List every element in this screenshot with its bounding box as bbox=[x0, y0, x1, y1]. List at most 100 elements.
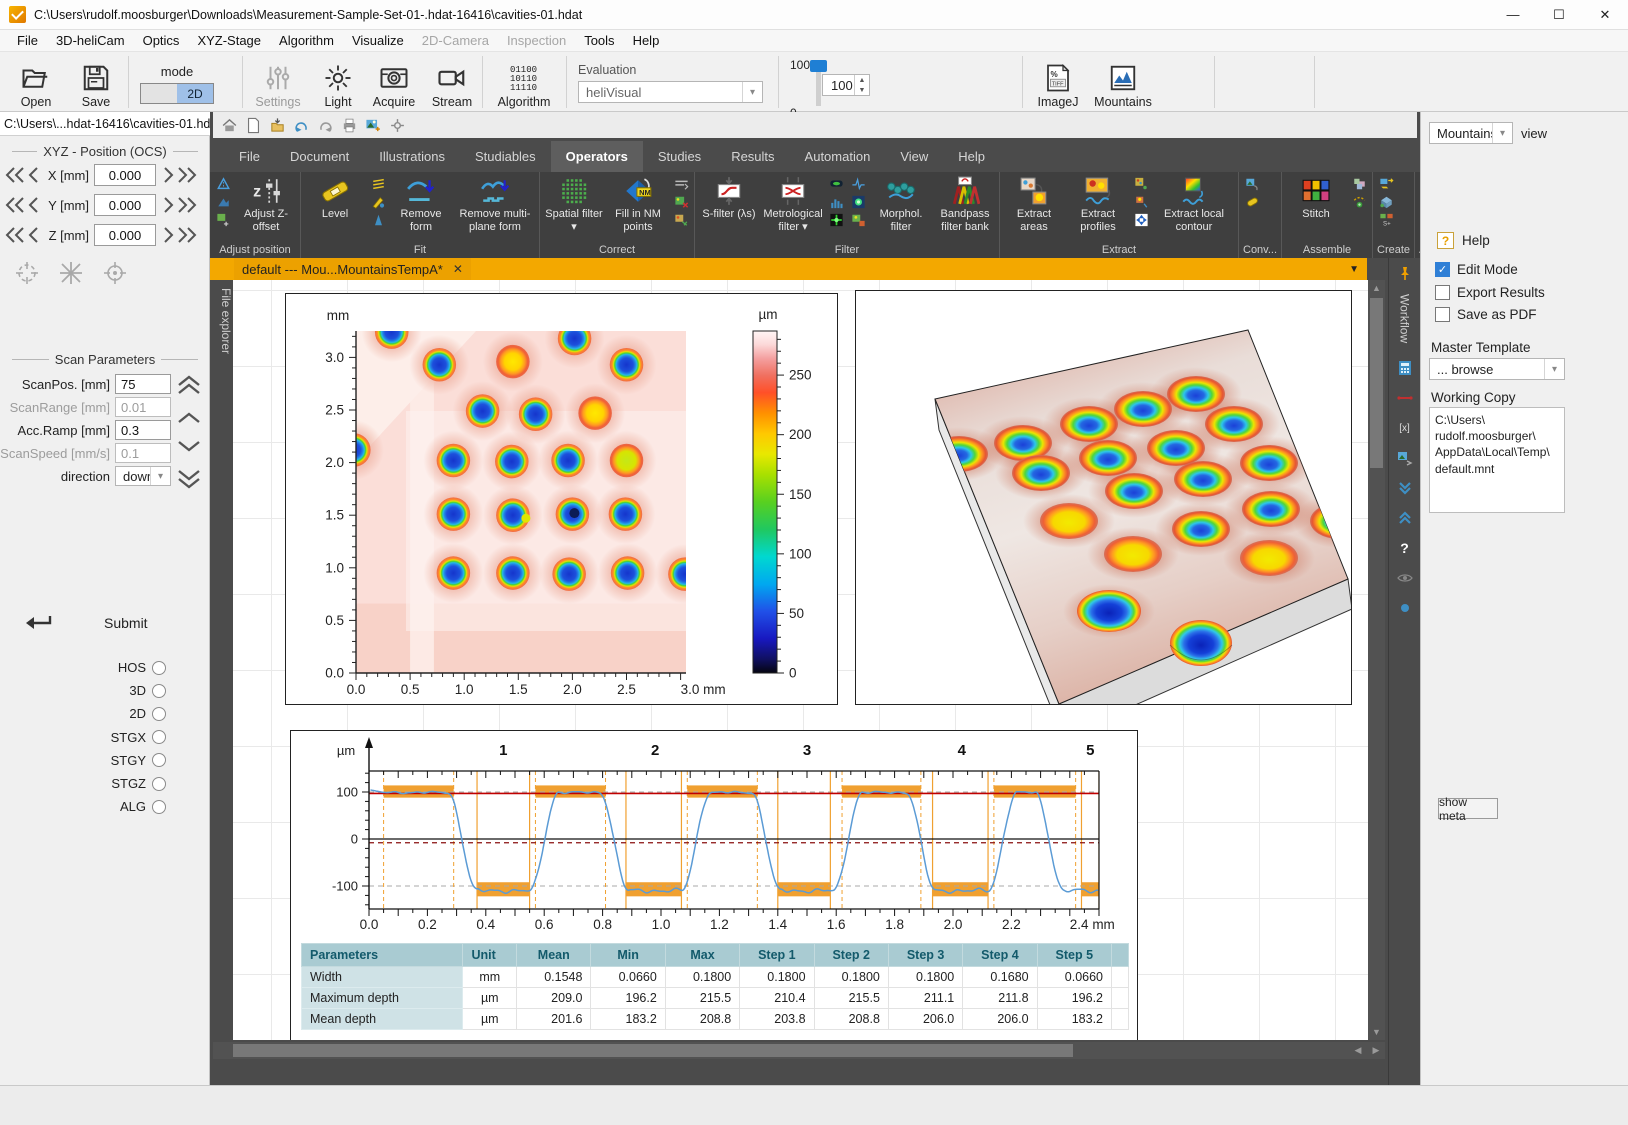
imageadd-icon[interactable] bbox=[363, 115, 383, 135]
checkbox-save-as-pdf[interactable]: Save as PDF bbox=[1435, 307, 1537, 322]
menu-tools[interactable]: Tools bbox=[575, 31, 623, 50]
radio-circle[interactable] bbox=[152, 707, 166, 721]
spatial-filter-button[interactable]: Spatial filter ▾ bbox=[542, 174, 606, 235]
chevron-down-icon[interactable]: ▾ bbox=[742, 82, 762, 102]
undo-icon[interactable] bbox=[291, 115, 311, 135]
arrows-blue-icon[interactable] bbox=[1132, 212, 1150, 228]
adjust-z-offset-button[interactable]: zAdjust Z-offset bbox=[234, 174, 298, 235]
scroll-down-icon[interactable]: ▼ bbox=[1368, 1024, 1385, 1040]
menu-xyz-stage[interactable]: XYZ-Stage bbox=[188, 31, 270, 50]
ribbon-tab-file[interactable]: File bbox=[224, 141, 275, 172]
algorithm-button[interactable]: 011001011011110 Algorithm bbox=[492, 57, 556, 109]
height-map-panel[interactable]: 0.00.51.01.52.02.53.00.00.51.01.52.02.53… bbox=[285, 293, 838, 705]
tri-blue-icon[interactable] bbox=[214, 176, 232, 192]
scan-param-input[interactable]: 75 bbox=[115, 374, 171, 394]
radio-alg[interactable]: ALG bbox=[104, 799, 166, 814]
formula-icon[interactable]: [x] bbox=[1394, 417, 1416, 439]
checkbox-edit-mode[interactable]: ✓Edit Mode bbox=[1435, 262, 1518, 277]
maximize-button[interactable]: ☐ bbox=[1536, 0, 1582, 30]
map-mini-icon[interactable] bbox=[849, 212, 867, 228]
ribbon-tab-studiables[interactable]: Studiables bbox=[460, 141, 551, 172]
puzzle-icon[interactable] bbox=[1350, 176, 1368, 192]
down-icon[interactable] bbox=[176, 439, 202, 454]
direction-select[interactable]: down▾ bbox=[115, 466, 171, 486]
view-3d-panel[interactable] bbox=[855, 290, 1352, 705]
cross-dark-icon[interactable] bbox=[827, 212, 845, 228]
double-up-icon[interactable] bbox=[176, 374, 202, 396]
map-x-icon[interactable] bbox=[672, 194, 690, 210]
open-button[interactable]: Open bbox=[10, 57, 62, 109]
move-origin-icon[interactable] bbox=[14, 260, 40, 286]
level-button[interactable]: Level bbox=[303, 174, 367, 223]
create1-icon[interactable] bbox=[1377, 176, 1395, 192]
scroll-up-icon[interactable]: ▲ bbox=[1368, 280, 1385, 296]
radio-circle[interactable] bbox=[152, 777, 166, 791]
radio-hos[interactable]: HOS bbox=[104, 660, 166, 675]
remove-form-button[interactable]: Remove form bbox=[389, 174, 453, 235]
ribbon-tab-document[interactable]: Document bbox=[275, 141, 364, 172]
evaluation-select[interactable]: heliVisual▾ bbox=[578, 81, 763, 103]
spin-down-icon[interactable]: ▼ bbox=[855, 85, 869, 95]
close-button[interactable]: ✕ bbox=[1582, 0, 1628, 30]
close-tab-icon[interactable]: ✕ bbox=[453, 262, 463, 276]
step-far-left-icon[interactable] bbox=[4, 196, 26, 214]
bandpass-filter-bank-button[interactable]: Bandpass filter bank bbox=[933, 174, 997, 235]
menu-algorithm[interactable]: Algorithm bbox=[270, 31, 343, 50]
ribbon-tab-help[interactable]: Help bbox=[943, 141, 1000, 172]
band-small-icon[interactable] bbox=[827, 176, 845, 192]
document-tab[interactable]: default --- Mou...MountainsTempA*✕ bbox=[234, 258, 471, 280]
intensity-slider[interactable]: 100 0 bbox=[790, 60, 821, 120]
pin-icon[interactable] bbox=[1394, 262, 1416, 284]
workflow-label[interactable]: Workflow bbox=[1398, 294, 1412, 343]
radio-stgx[interactable]: STGX bbox=[104, 730, 166, 745]
up-icon[interactable] bbox=[176, 410, 202, 425]
radio-circle[interactable] bbox=[152, 684, 166, 698]
s-filter-s-button[interactable]: S-filter (λs) bbox=[697, 174, 761, 223]
capsule-icon[interactable] bbox=[1243, 194, 1261, 210]
calculator-icon[interactable] bbox=[1394, 357, 1416, 379]
step-left-icon[interactable] bbox=[26, 196, 41, 214]
eye-icon[interactable] bbox=[1394, 567, 1416, 589]
profile-panel[interactable]: 0.00.20.40.60.81.01.21.41.61.82.02.22.4 … bbox=[290, 730, 1138, 1040]
map-dots-icon[interactable] bbox=[1132, 176, 1150, 192]
menu-file[interactable]: File bbox=[8, 31, 47, 50]
step-far-left-icon[interactable] bbox=[4, 166, 26, 184]
map-arrow-icon[interactable] bbox=[672, 212, 690, 228]
page-icon[interactable] bbox=[243, 115, 263, 135]
gear-icon[interactable] bbox=[387, 115, 407, 135]
ribbon-tab-automation[interactable]: Automation bbox=[790, 141, 886, 172]
scan-param-input[interactable]: 0.3 bbox=[115, 420, 171, 440]
intensity-spinbox[interactable]: 100 ▲▼ bbox=[822, 74, 870, 96]
minimize-button[interactable]: — bbox=[1490, 0, 1536, 30]
mode-toggle-2d[interactable]: 2D bbox=[177, 84, 213, 103]
spin-up-icon[interactable]: ▲ bbox=[855, 75, 869, 85]
double-down-icon[interactable] bbox=[176, 468, 202, 490]
lines-yellow-icon[interactable] bbox=[369, 176, 387, 192]
goto-center-icon[interactable] bbox=[102, 260, 128, 286]
hscroll-thumb[interactable] bbox=[233, 1044, 1073, 1057]
step-left-icon[interactable] bbox=[26, 166, 41, 184]
slider-handle[interactable] bbox=[810, 60, 827, 72]
ribbon-tab-view[interactable]: View bbox=[885, 141, 943, 172]
ribbon-tab-studies[interactable]: Studies bbox=[643, 141, 716, 172]
menu-3d-helicam[interactable]: 3D-heliCam bbox=[47, 31, 134, 50]
mountains-button[interactable]: Mountains bbox=[1090, 57, 1156, 109]
map-plus-icon[interactable] bbox=[214, 212, 232, 228]
file-explorer-collapsed[interactable]: File explorer bbox=[213, 280, 233, 570]
acquire-button[interactable]: Acquire bbox=[368, 57, 420, 109]
radio-circle[interactable] bbox=[152, 800, 166, 814]
import-icon[interactable] bbox=[267, 115, 287, 135]
menu-optics[interactable]: Optics bbox=[134, 31, 189, 50]
chevron-down-icon[interactable]: ▾ bbox=[1544, 359, 1564, 379]
create2-icon[interactable] bbox=[1377, 194, 1395, 210]
view-select[interactable]: Mountains ▾ bbox=[1429, 122, 1513, 144]
checkbox-box[interactable] bbox=[1435, 307, 1450, 322]
step-far-left-icon[interactable] bbox=[4, 226, 26, 244]
step-right-icon[interactable] bbox=[161, 196, 176, 214]
radio-circle[interactable] bbox=[152, 730, 166, 744]
scroll-right-icon[interactable]: ▶ bbox=[1367, 1042, 1385, 1059]
step-far-right-icon[interactable] bbox=[176, 196, 198, 214]
ruler-icon[interactable] bbox=[1394, 387, 1416, 409]
submit-button[interactable]: Submit bbox=[20, 612, 200, 634]
axis-value-input[interactable]: 0.000 bbox=[94, 164, 156, 186]
